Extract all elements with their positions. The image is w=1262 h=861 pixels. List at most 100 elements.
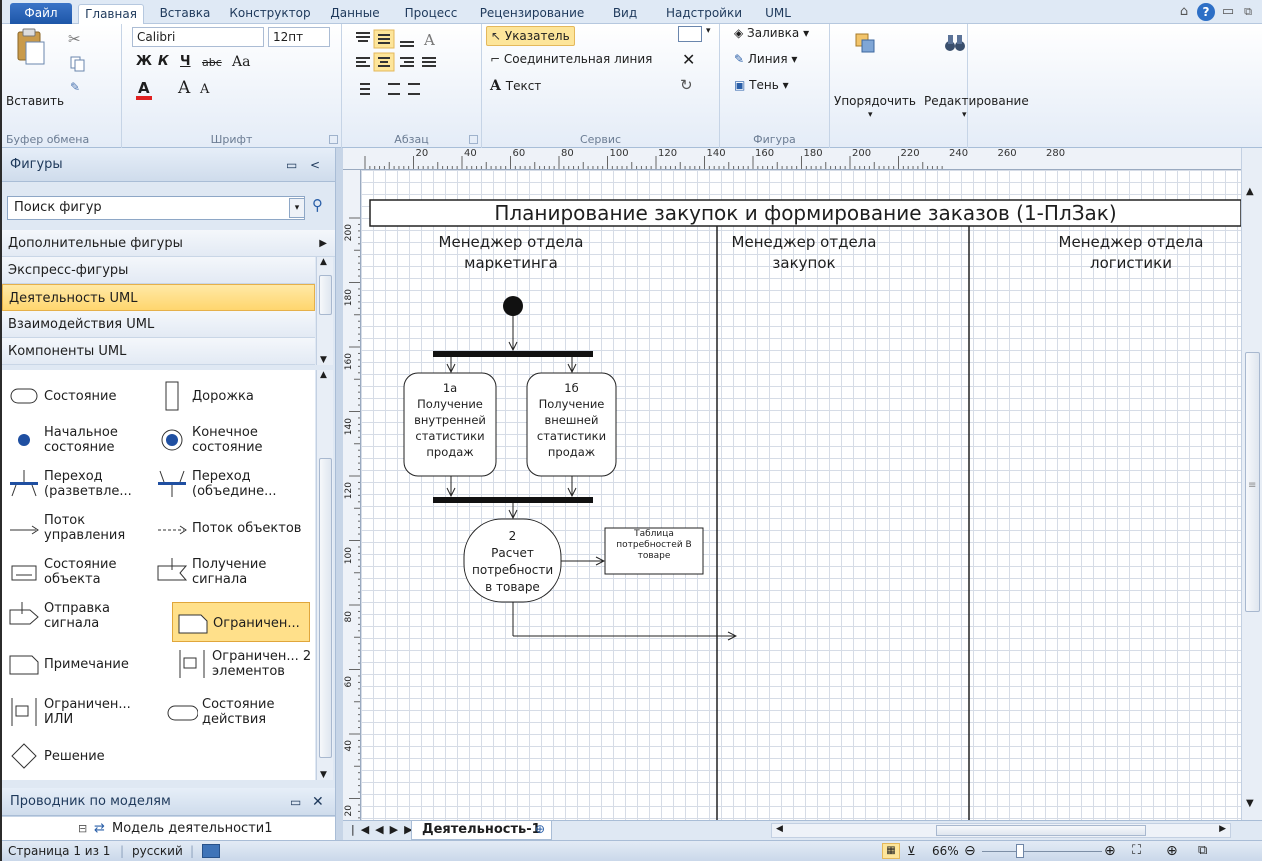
fork-bar[interactable] [433, 351, 593, 357]
canvas-horizontal-scrollbar[interactable]: ◀ ▶ [771, 823, 1231, 838]
change-case-button[interactable]: Aa [232, 54, 250, 70]
editing-button[interactable]: Редактирование [924, 94, 1029, 108]
delete-connection-icon[interactable]: ✕ [682, 50, 695, 69]
tab-design[interactable]: Конструктор [224, 4, 316, 24]
shrink-font-button[interactable]: A [200, 82, 209, 97]
window-minimize-icon[interactable]: ▭ [1218, 3, 1238, 21]
shape-state[interactable]: Состояние [4, 374, 154, 418]
presentation-view-icon[interactable]: ⊻ [907, 841, 916, 861]
paste-button[interactable]: Вставить [6, 94, 64, 108]
shape-signal-send[interactable]: Отправка сигнала [4, 594, 154, 638]
scroll-down-icon[interactable]: ▼ [1246, 798, 1254, 809]
rectangle-tool-icon[interactable] [678, 26, 702, 42]
canvas-vertical-scrollbar[interactable]: ▲ ≡ ▼ [1241, 148, 1262, 820]
macro-record-icon[interactable] [202, 844, 220, 858]
paragraph-dialog-launcher-icon[interactable] [469, 135, 478, 144]
panel-splitter[interactable] [335, 148, 343, 840]
grow-font-button[interactable]: A [178, 78, 190, 98]
tree-item-activity-model[interactable]: Модель деятельности1 [112, 817, 273, 841]
search-shapes-input[interactable]: Поиск фигур [7, 196, 305, 220]
line-button[interactable]: ✎ Линия ▾ [734, 52, 797, 66]
paragraph-alignment-icons[interactable]: A [352, 28, 472, 108]
shapes-scrollbar[interactable]: ▲ ▼ [316, 370, 333, 780]
search-icon[interactable]: ⚲ [312, 196, 323, 214]
join-bar[interactable] [433, 497, 593, 503]
paste-icon[interactable] [12, 28, 48, 70]
tab-home[interactable]: Главная [78, 4, 144, 24]
shape-constraint-2[interactable]: Ограничен... 2 элементов [172, 642, 322, 686]
cut-icon[interactable]: ✂ [68, 30, 81, 48]
editing-dropdown-icon[interactable]: ▾ [962, 110, 967, 120]
shape-swimlane[interactable]: Дорожка [152, 374, 302, 418]
format-painter-icon[interactable]: ✎ [70, 80, 80, 94]
insert-page-icon[interactable]: ⊕ [535, 822, 545, 836]
fill-button[interactable]: ◈ Заливка ▾ [734, 26, 809, 40]
switch-windows-icon[interactable]: ⧉ [1198, 841, 1207, 861]
tab-insert[interactable]: Вставка [150, 4, 220, 24]
shadow-button[interactable]: ▣ Тень ▾ [734, 78, 789, 92]
help-icon[interactable]: ? [1197, 3, 1215, 21]
panel-collapse-icon[interactable]: < [310, 148, 320, 182]
font-color-button[interactable]: A [136, 80, 152, 100]
drawing-canvas[interactable]: Планирование закупок и формирование зака… [361, 170, 1241, 820]
stencil-list-scrollbar[interactable]: ▲ ▼ [316, 257, 333, 365]
scroll-right-icon[interactable]: ▶ [1219, 824, 1226, 834]
shape-object-state[interactable]: Состояние объекта [4, 550, 154, 594]
arrange-icon[interactable] [854, 32, 876, 54]
tab-page-activity-1[interactable]: Деятельность-1 [411, 821, 552, 840]
minimize-ribbon-icon[interactable]: ⌂ [1174, 3, 1194, 21]
panel-restore-icon[interactable]: ▭ [286, 148, 297, 182]
tab-process[interactable]: Процесс [394, 4, 468, 24]
arrange-dropdown-icon[interactable]: ▾ [868, 110, 873, 120]
shape-note[interactable]: Примечание [4, 642, 154, 686]
stencil-uml-activity[interactable]: Деятельность UML [2, 284, 315, 311]
strikethrough-button[interactable]: abc [202, 56, 222, 69]
initial-state-node[interactable] [503, 296, 523, 316]
bold-button[interactable]: Ж [136, 54, 152, 69]
zoom-slider-handle[interactable] [1016, 844, 1024, 858]
text-tool-button[interactable]: A Текст [490, 78, 541, 94]
scroll-down-icon[interactable]: ▼ [320, 355, 327, 365]
tab-addins[interactable]: Надстройки [656, 4, 752, 24]
shape-final-state[interactable]: Конечное состояние [152, 418, 302, 462]
tab-uml[interactable]: UML [758, 4, 798, 24]
find-binoculars-icon[interactable] [944, 32, 966, 54]
shape-fork[interactable]: Переход (разветвле... [4, 462, 154, 506]
shape-initial-state[interactable]: Начальное состояние [4, 418, 154, 462]
shape-decision[interactable]: Решение [4, 734, 154, 778]
scroll-down-icon[interactable]: ▼ [320, 770, 327, 780]
tree-expand-icon[interactable]: ⊟ [78, 817, 87, 841]
shapes-dropdown-icon[interactable]: ▾ [706, 26, 711, 36]
shape-signal-receipt[interactable]: Получение сигнала [152, 550, 302, 594]
shape-control-flow[interactable]: Поток управления [4, 506, 154, 550]
shape-action-state[interactable]: Состояние действия [162, 690, 312, 734]
scrollbar-thumb[interactable] [936, 825, 1146, 836]
italic-button[interactable]: К [158, 54, 169, 69]
tab-file[interactable]: Файл [10, 3, 72, 24]
tab-data[interactable]: Данные [322, 4, 388, 24]
zoom-level[interactable]: 66% [932, 841, 959, 861]
scrollbar-thumb[interactable] [319, 458, 332, 758]
font-size-select[interactable]: 12пт [268, 27, 330, 47]
underline-button[interactable]: Ч [180, 54, 191, 69]
fit-page-icon[interactable]: ⛶ [1132, 841, 1141, 861]
scroll-up-icon[interactable]: ▲ [320, 257, 327, 267]
shape-join[interactable]: Переход (объедине... [152, 462, 302, 506]
copy-icon[interactable] [70, 56, 86, 75]
status-language[interactable]: русский [132, 841, 183, 861]
window-restore-icon[interactable]: ⧉ [1238, 3, 1258, 21]
pointer-tool-button[interactable]: ↖ Указатель [486, 26, 575, 46]
stencil-uml-components[interactable]: Компоненты UML [2, 338, 315, 365]
stencil-uml-interaction[interactable]: Взаимодействия UML [2, 311, 315, 338]
shape-constraint[interactable]: Ограничен... [172, 602, 310, 642]
zoom-in-icon[interactable]: ⊕ [1104, 841, 1116, 861]
shape-constraint-or[interactable]: Ограничен... ИЛИ [4, 690, 154, 734]
scrollbar-thumb[interactable] [319, 275, 332, 315]
rotate-text-icon[interactable]: ↻ [680, 76, 693, 94]
stencil-more-shapes[interactable]: Дополнительные фигуры ▶ [2, 230, 335, 257]
search-dropdown-icon[interactable]: ▾ [289, 198, 305, 218]
zoom-slider[interactable] [982, 851, 1102, 852]
tab-review[interactable]: Рецензирование [472, 4, 592, 24]
status-page[interactable]: Страница 1 из 1 [8, 841, 110, 861]
scroll-up-icon[interactable]: ▲ [1246, 186, 1254, 197]
